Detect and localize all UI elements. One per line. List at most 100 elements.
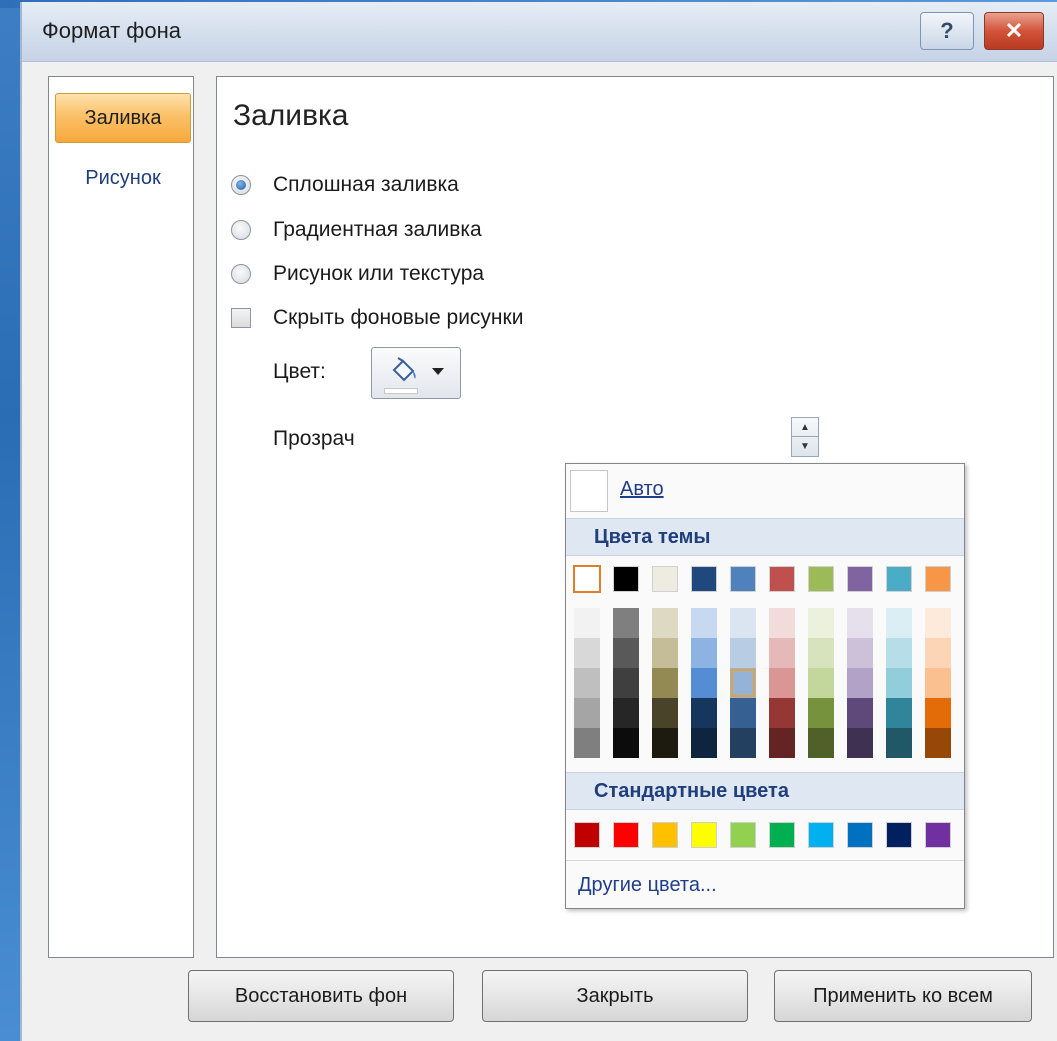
standard-color-swatch[interactable] — [613, 822, 639, 848]
gradient-fill-option[interactable]: Градиентная заливка — [231, 215, 482, 245]
theme-shade-swatch[interactable] — [886, 608, 912, 638]
theme-shade-swatch[interactable] — [691, 608, 717, 638]
theme-shade-swatch[interactable] — [769, 668, 795, 698]
theme-shade-swatch[interactable] — [691, 668, 717, 698]
theme-shade-swatch[interactable] — [847, 608, 873, 638]
dialog-body: Заливка Рисунок Заливка Сплошная заливка… — [22, 62, 1057, 1041]
picture-texture-option[interactable]: Рисунок или текстура — [231, 259, 484, 289]
gradient-fill-radio[interactable] — [231, 220, 251, 240]
theme-shade-swatch[interactable] — [691, 698, 717, 728]
theme-shade-swatch[interactable] — [613, 638, 639, 668]
divider — [566, 860, 964, 861]
close-button[interactable]: Закрыть — [482, 970, 748, 1022]
theme-shade-swatch[interactable] — [730, 728, 756, 758]
solid-fill-radio[interactable] — [231, 175, 251, 195]
theme-color-swatch[interactable] — [691, 566, 717, 592]
theme-shade-swatch[interactable] — [730, 668, 756, 698]
theme-shade-swatch[interactable] — [925, 638, 951, 668]
theme-color-swatch[interactable] — [886, 566, 912, 592]
theme-color-swatch[interactable] — [573, 565, 601, 593]
auto-color-item[interactable]: Авто — [566, 464, 964, 516]
theme-shade-swatch[interactable] — [574, 698, 600, 728]
standard-color-swatch[interactable] — [808, 822, 834, 848]
color-dropdown-button[interactable] — [371, 347, 461, 399]
theme-shade-swatch[interactable] — [769, 698, 795, 728]
theme-shade-swatch[interactable] — [574, 638, 600, 668]
theme-color-swatch[interactable] — [613, 566, 639, 592]
theme-shade-swatch[interactable] — [769, 608, 795, 638]
standard-colors-row — [566, 820, 964, 850]
theme-shade-swatch[interactable] — [886, 668, 912, 698]
hide-background-graphics-checkbox[interactable] — [231, 308, 251, 328]
picture-texture-radio[interactable] — [231, 264, 251, 284]
theme-shade-swatch[interactable] — [652, 728, 678, 758]
standard-color-swatch[interactable] — [730, 822, 756, 848]
theme-shades-grid — [566, 608, 964, 760]
theme-shade-swatch[interactable] — [847, 698, 873, 728]
standard-color-swatch[interactable] — [652, 822, 678, 848]
theme-shade-swatch[interactable] — [652, 638, 678, 668]
theme-shade-swatch[interactable] — [847, 668, 873, 698]
apply-to-all-button[interactable]: Применить ко всем — [774, 970, 1032, 1022]
format-background-dialog: Формат фона ? ✕ Заливка Рисунок Заливка … — [20, 2, 1057, 1041]
standard-color-swatch[interactable] — [886, 822, 912, 848]
solid-fill-option[interactable]: Сплошная заливка — [231, 170, 459, 200]
theme-shade-swatch[interactable] — [808, 608, 834, 638]
spin-up-icon[interactable]: ▲ — [792, 418, 818, 437]
theme-shade-swatch[interactable] — [886, 698, 912, 728]
theme-shade-swatch[interactable] — [730, 638, 756, 668]
standard-color-swatch[interactable] — [574, 822, 600, 848]
desktop-edge — [0, 0, 22, 1041]
theme-shade-swatch[interactable] — [847, 728, 873, 758]
theme-shade-swatch[interactable] — [925, 608, 951, 638]
theme-shade-swatch[interactable] — [613, 608, 639, 638]
theme-shade-swatch[interactable] — [613, 728, 639, 758]
reset-background-button[interactable]: Восстановить фон — [188, 970, 454, 1022]
theme-color-swatch[interactable] — [847, 566, 873, 592]
theme-shade-swatch[interactable] — [691, 728, 717, 758]
standard-colors-header: Стандартные цвета — [566, 772, 964, 810]
theme-shade-swatch[interactable] — [652, 608, 678, 638]
theme-color-swatch[interactable] — [925, 566, 951, 592]
theme-shade-swatch[interactable] — [574, 728, 600, 758]
theme-shade-swatch[interactable] — [730, 698, 756, 728]
theme-shade-swatch[interactable] — [847, 638, 873, 668]
nav-item-picture[interactable]: Рисунок — [55, 153, 191, 203]
theme-color-swatch[interactable] — [808, 566, 834, 592]
standard-color-swatch[interactable] — [691, 822, 717, 848]
theme-shade-swatch[interactable] — [886, 728, 912, 758]
nav-item-fill[interactable]: Заливка — [55, 93, 191, 143]
theme-shade-swatch[interactable] — [769, 728, 795, 758]
theme-shade-swatch[interactable] — [574, 608, 600, 638]
help-button[interactable]: ? — [920, 12, 974, 50]
theme-shade-swatch[interactable] — [574, 668, 600, 698]
theme-color-swatch[interactable] — [769, 566, 795, 592]
theme-shade-swatch[interactable] — [769, 638, 795, 668]
transparency-spinner[interactable]: ▲ ▼ — [791, 417, 819, 457]
theme-shade-swatch[interactable] — [808, 698, 834, 728]
theme-shade-swatch[interactable] — [925, 698, 951, 728]
theme-shade-swatch[interactable] — [925, 728, 951, 758]
theme-shade-swatch[interactable] — [691, 638, 717, 668]
standard-color-swatch[interactable] — [847, 822, 873, 848]
theme-shade-swatch[interactable] — [925, 668, 951, 698]
theme-color-swatch[interactable] — [652, 566, 678, 592]
theme-shade-swatch[interactable] — [808, 728, 834, 758]
theme-shade-swatch[interactable] — [808, 638, 834, 668]
theme-shade-swatch[interactable] — [652, 698, 678, 728]
theme-shade-swatch[interactable] — [613, 698, 639, 728]
standard-color-swatch[interactable] — [769, 822, 795, 848]
standard-color-swatch[interactable] — [925, 822, 951, 848]
fill-panel: Заливка Сплошная заливка Градиентная зал… — [216, 76, 1054, 958]
theme-shade-swatch[interactable] — [808, 668, 834, 698]
more-colors-link[interactable]: Другие цвета... — [578, 874, 717, 897]
theme-shade-swatch[interactable] — [886, 638, 912, 668]
close-window-button[interactable]: ✕ — [984, 12, 1044, 50]
theme-shade-swatch[interactable] — [730, 608, 756, 638]
hide-background-graphics-option[interactable]: Скрыть фоновые рисунки — [231, 303, 523, 333]
theme-shade-swatch[interactable] — [613, 668, 639, 698]
title-bar[interactable]: Формат фона ? ✕ — [22, 2, 1057, 62]
theme-shade-swatch[interactable] — [652, 668, 678, 698]
theme-color-swatch[interactable] — [730, 566, 756, 592]
spin-down-icon[interactable]: ▼ — [792, 437, 818, 456]
